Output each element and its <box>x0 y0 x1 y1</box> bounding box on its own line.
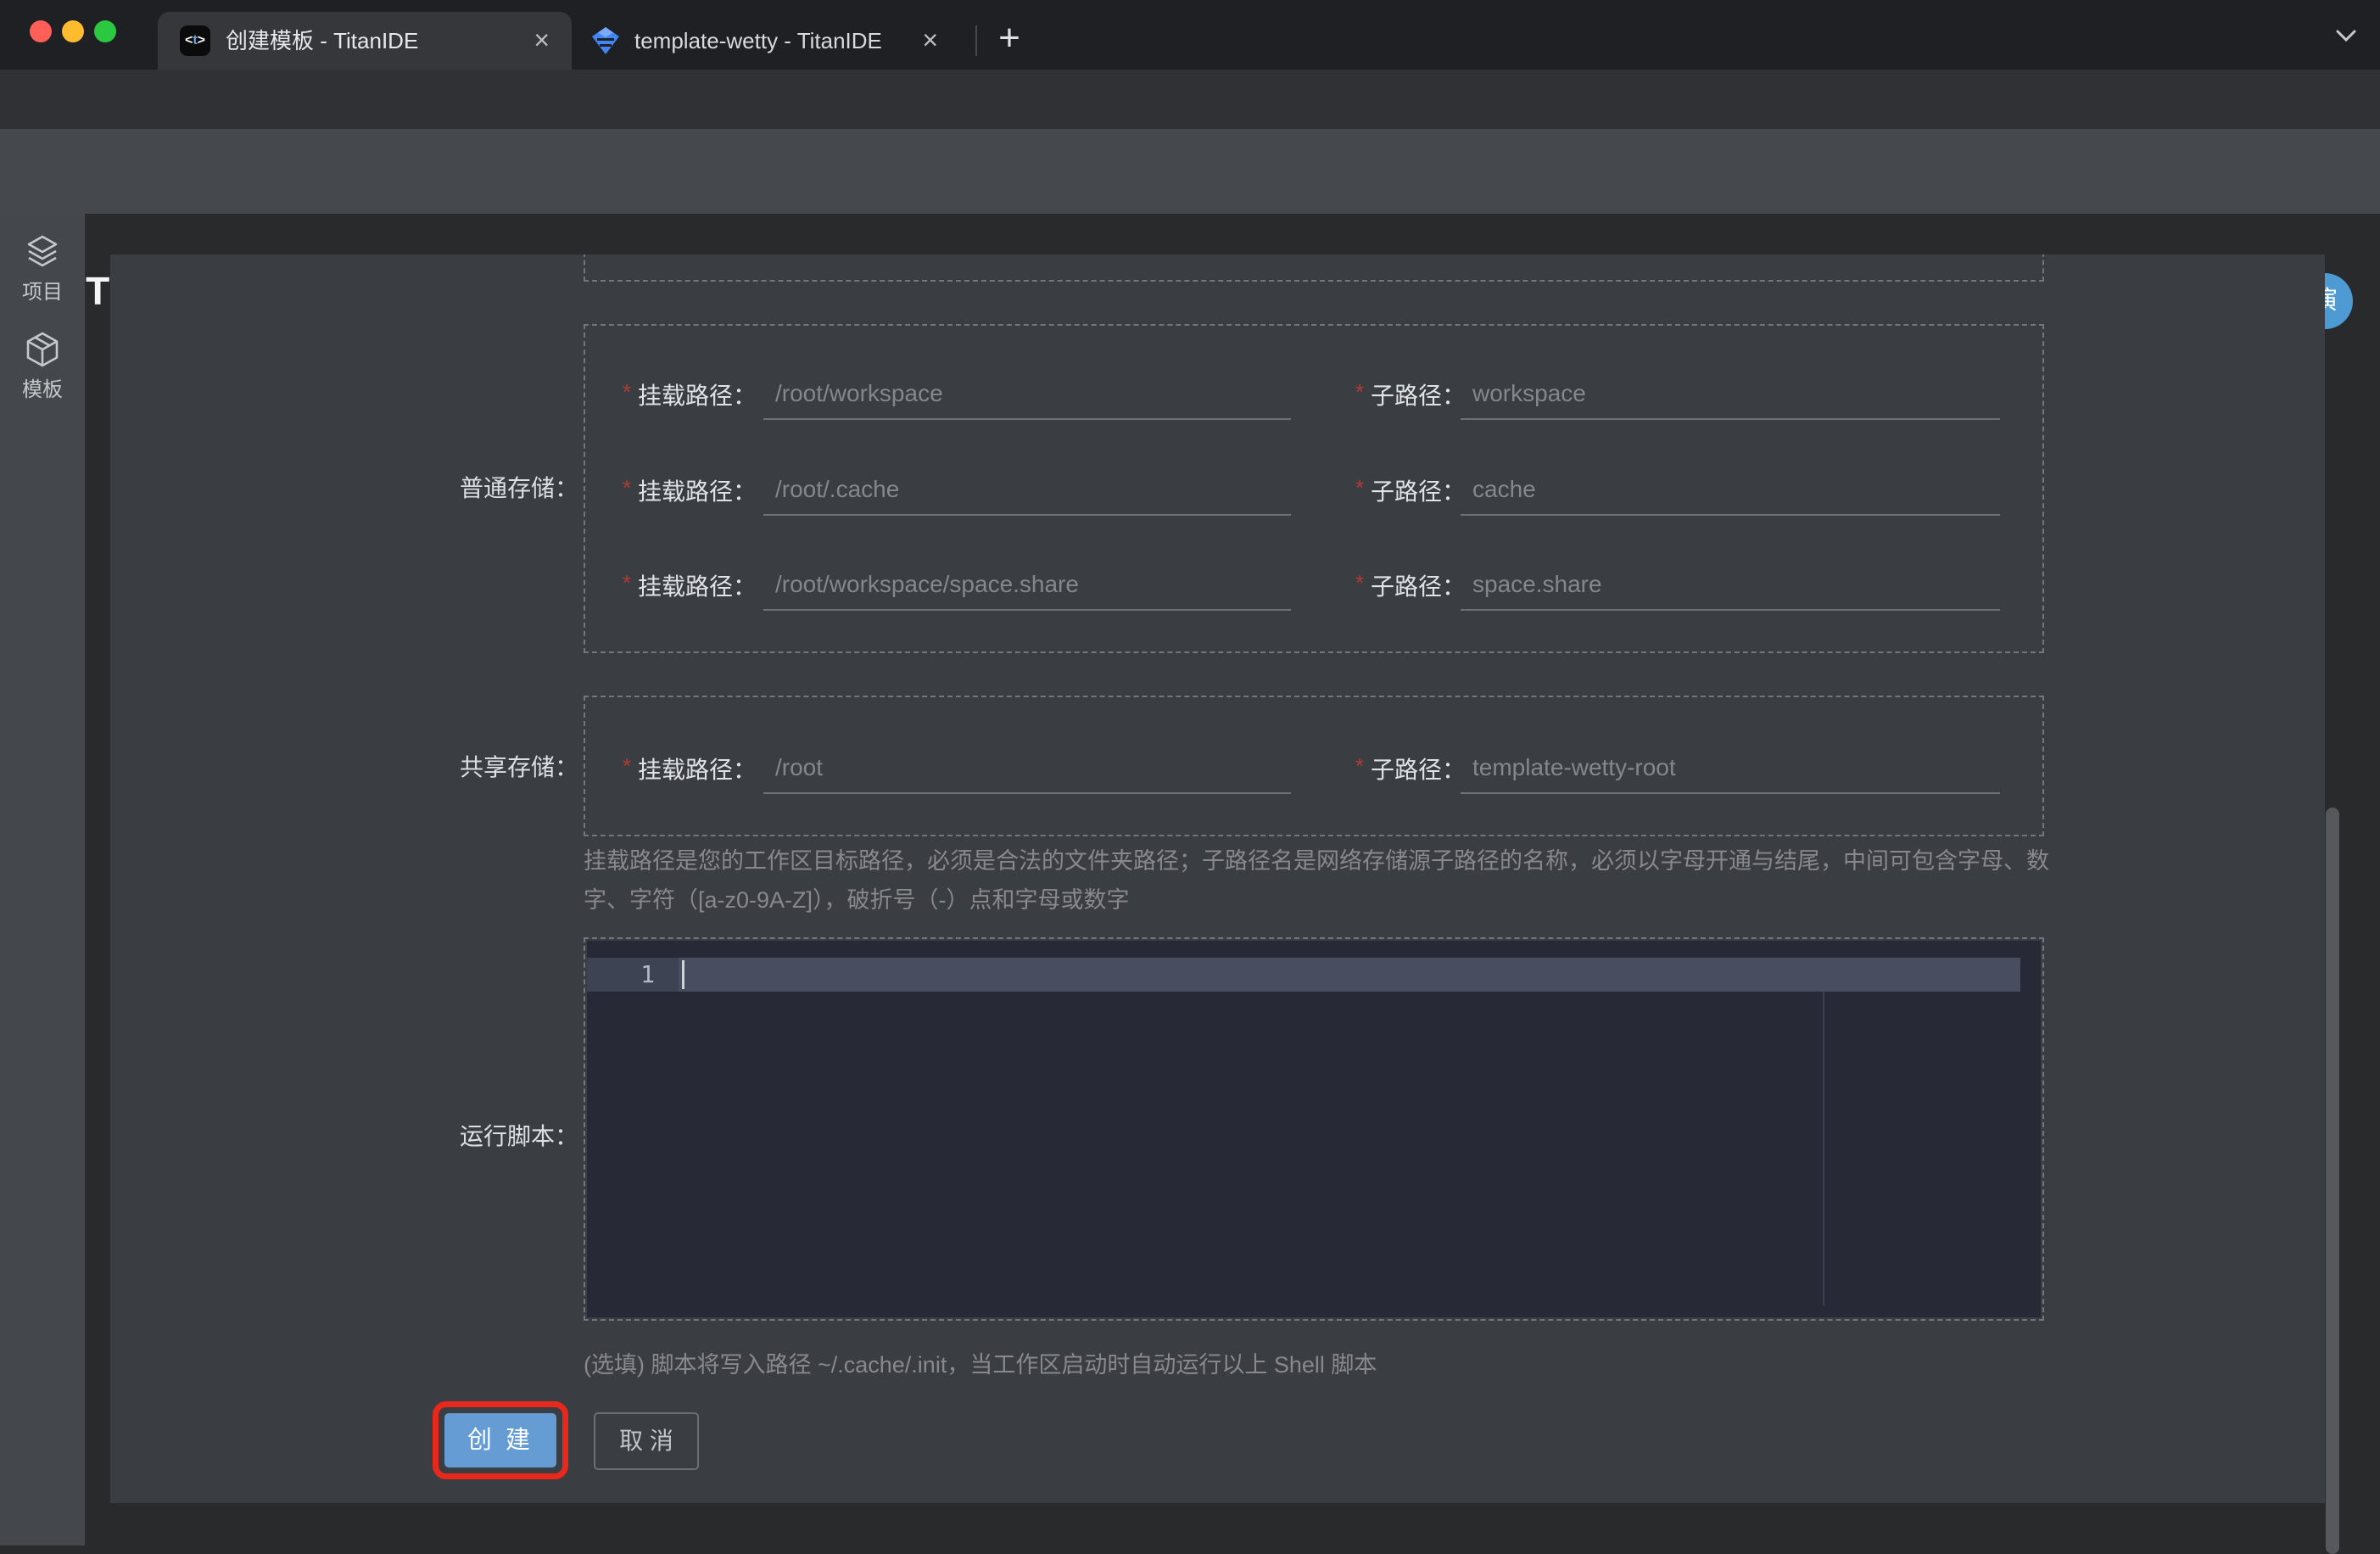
titanide-favicon: <t> <box>180 25 210 56</box>
editor-line-number: 1 <box>587 958 679 992</box>
app-sidebar: 项目 模板 <box>0 214 85 1546</box>
script-editor-group: 1 <box>584 937 2044 1321</box>
mount-path-label: 挂载路径： <box>638 383 757 409</box>
mount-path-input[interactable] <box>763 750 1291 794</box>
page-scrollbar-thumb[interactable] <box>2326 808 2339 1554</box>
tab-close-icon[interactable]: × <box>922 12 938 68</box>
editor-ruler <box>1823 992 1824 1305</box>
browser-toolbar: try.titanide.cn/ide/web/workspace/templa… <box>0 70 2380 193</box>
create-button[interactable]: 创 建 <box>444 1413 556 1467</box>
normal-storage-label: 普通存储： <box>459 475 578 501</box>
wetty-favicon <box>592 27 619 54</box>
storage-row: * 挂载路径： * 子路径： <box>585 364 2042 428</box>
storage-row: * 挂载路径： * 子路径： <box>585 738 2042 802</box>
normal-storage-group: * 挂载路径： * 子路径： * 挂载路径： * 子路径： * 挂载路径： * … <box>584 324 2044 653</box>
storage-row: * 挂载路径： * 子路径： <box>585 460 2042 524</box>
mount-path-label: 挂载路径： <box>638 573 757 600</box>
required-asterisk: * <box>623 753 632 779</box>
sub-path-input[interactable] <box>1461 472 2000 516</box>
tab-create-template[interactable]: <t> 创建模板 - TitanIDE × <box>158 12 572 70</box>
required-asterisk: * <box>1355 475 1365 500</box>
sub-path-input[interactable] <box>1461 750 2000 794</box>
storage-row: * 挂载路径： * 子路径： <box>585 555 2042 619</box>
required-asterisk: * <box>623 379 632 405</box>
app-header: <t>TITANIDE 创建模板 demo ? 演 <box>0 129 2380 329</box>
sidebar-item-label: 项目 <box>22 281 63 304</box>
required-asterisk: * <box>623 475 632 500</box>
tab-title: template-wetty - TitanIDE <box>634 28 882 53</box>
required-asterisk: * <box>1355 570 1365 595</box>
sidebar-item-projects[interactable]: 项目 <box>0 232 85 305</box>
new-tab-button[interactable]: + <box>986 12 1033 70</box>
script-hint: (选填) 脚本将写入路径 ~/.cache/.init，当工作区启动时自动运行以… <box>584 1352 1377 1378</box>
required-asterisk: * <box>1355 379 1365 405</box>
sub-path-input[interactable] <box>1461 376 2000 420</box>
window-chevron-icon[interactable] <box>2334 29 2358 42</box>
mount-path-input[interactable] <box>763 376 1291 420</box>
sub-path-label: 子路径： <box>1371 757 1467 783</box>
required-asterisk: * <box>1355 753 1365 779</box>
sub-path-input[interactable] <box>1461 567 2000 611</box>
tab-divider <box>975 25 977 56</box>
cube-icon <box>26 332 59 367</box>
shared-storage-group: * 挂载路径： * 子路径： <box>584 696 2044 836</box>
window-minimize-button[interactable] <box>62 20 84 42</box>
path-rules-hint: 挂载路径是您的工作区目标路径，必须是合法的文件夹路径；子路径名是网络存储源子路径… <box>584 848 2049 913</box>
sub-path-label: 子路径： <box>1371 573 1467 600</box>
window-close-button[interactable] <box>30 20 52 42</box>
required-asterisk: * <box>623 570 632 595</box>
layers-icon <box>27 235 58 267</box>
mount-path-label: 挂载路径： <box>638 757 757 783</box>
shared-storage-label: 共享存储： <box>459 754 578 780</box>
mount-path-label: 挂载路径： <box>638 478 757 505</box>
script-code-editor[interactable]: 1 <box>587 941 2041 1317</box>
create-template-form: 普通存储： * 挂载路径： * 子路径： * 挂载路径： * 子路径： * 挂载… <box>110 254 2325 1503</box>
tab-title: 创建模板 - TitanIDE <box>226 28 419 53</box>
editor-active-line[interactable]: 1 <box>587 958 2020 992</box>
editor-cursor <box>682 960 684 989</box>
window-zoom-button[interactable] <box>94 20 116 42</box>
sidebar-item-label: 模板 <box>22 378 63 401</box>
tab-close-icon[interactable]: × <box>534 12 550 68</box>
click-annotation-ring: 创 建 <box>433 1401 568 1479</box>
tab-template-wetty[interactable]: template-wetty - TitanIDE × <box>573 12 969 70</box>
browser-tab-bar: <t> 创建模板 - TitanIDE × template-wetty - T… <box>0 0 2380 70</box>
scrolled-section-fragment <box>584 254 2044 282</box>
sub-path-label: 子路径： <box>1371 478 1467 505</box>
sidebar-item-templates[interactable]: 模板 <box>0 330 85 402</box>
cancel-button[interactable]: 取 消 <box>594 1412 699 1470</box>
mount-path-input[interactable] <box>763 472 1291 516</box>
run-script-label: 运行脚本： <box>459 1123 578 1149</box>
sub-path-label: 子路径： <box>1371 383 1467 409</box>
mount-path-input[interactable] <box>763 567 1291 611</box>
